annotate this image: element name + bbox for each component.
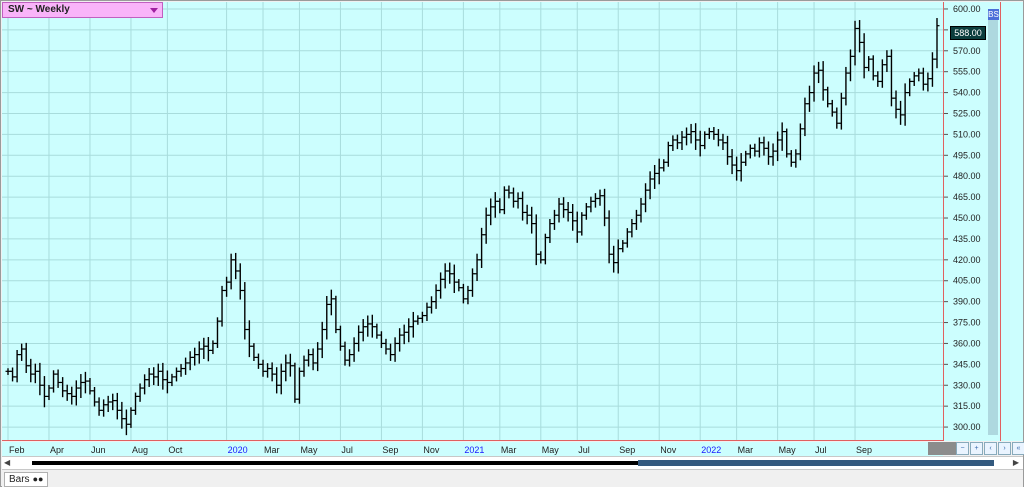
y-tick-label: 375.00 bbox=[953, 318, 981, 328]
x-tick-label: 2020 bbox=[228, 445, 248, 455]
x-tick-label: May bbox=[779, 445, 797, 455]
y-tick-label: 450.00 bbox=[953, 213, 981, 223]
price-plot-area[interactable] bbox=[2, 2, 943, 441]
x-tick-label: 2021 bbox=[464, 445, 484, 455]
vertical-scroll-strip[interactable] bbox=[987, 2, 1000, 441]
x-tick-label: Mar bbox=[738, 445, 754, 455]
x-tick-label: Nov bbox=[660, 445, 677, 455]
x-tick-label: 2022 bbox=[701, 445, 721, 455]
chain-icon: ●● bbox=[32, 474, 44, 484]
y-tick-label: 435.00 bbox=[953, 234, 981, 244]
x-tick-label: Sep bbox=[382, 445, 398, 455]
y-tick-label: 360.00 bbox=[953, 338, 981, 348]
nav-left-arrow-icon[interactable]: ◀ bbox=[4, 457, 10, 469]
x-tick-label: Nov bbox=[423, 445, 440, 455]
price-axis[interactable]: 300.00 315.00 330.00 345.00 360.00 375.00 390.… bbox=[943, 2, 988, 441]
y-tick-label: 330.00 bbox=[953, 380, 981, 390]
time-axis[interactable]: Feb Apr Jun Aug Oct 2020 Mar May Jul Sep Nov 2021 Ma… bbox=[2, 442, 943, 456]
x-tick-label: Jun bbox=[91, 445, 106, 455]
y-tick-label: 420.00 bbox=[953, 255, 981, 265]
y-tick-label: 495.00 bbox=[953, 150, 981, 160]
buy-sell-badge[interactable]: BS bbox=[988, 9, 999, 20]
y-tick-label: 315.00 bbox=[953, 401, 981, 411]
y-tick-label: 405.00 bbox=[953, 276, 981, 286]
x-tick-label: Oct bbox=[168, 445, 183, 455]
zoom-in-icon[interactable]: + bbox=[970, 442, 983, 455]
time-axis-end-marker bbox=[928, 442, 956, 455]
scroll-left-icon[interactable]: ‹ bbox=[984, 442, 997, 455]
y-tick-label: 300.00 bbox=[953, 422, 981, 432]
y-tick-label: 570.00 bbox=[953, 46, 981, 56]
dropdown-arrow-icon bbox=[150, 8, 158, 13]
x-tick-label: Sep bbox=[856, 445, 872, 455]
nav-right-arrow-icon[interactable]: ▶ bbox=[1013, 457, 1019, 469]
scroll-right-icon[interactable]: › bbox=[998, 442, 1011, 455]
current-price-label: 588.00 bbox=[950, 26, 986, 40]
y-tick-label: 480.00 bbox=[953, 171, 981, 181]
x-tick-label: Mar bbox=[264, 445, 280, 455]
x-tick-label: Feb bbox=[9, 445, 25, 455]
y-tick-label: 555.00 bbox=[953, 67, 981, 77]
price-axis-svg: 300.00 315.00 330.00 345.00 360.00 375.00 390.… bbox=[944, 4, 981, 432]
navigator-thumb[interactable] bbox=[638, 460, 994, 466]
status-bar: Bars ●● bbox=[2, 469, 1023, 487]
x-tick-label: Jul bbox=[578, 445, 590, 455]
x-tick-label: May bbox=[300, 445, 318, 455]
x-tick-label: Jul bbox=[815, 445, 827, 455]
right-panel bbox=[1000, 2, 1023, 441]
time-axis-svg: Feb Apr Jun Aug Oct 2020 Mar May Jul Sep Nov 2021 Ma… bbox=[9, 445, 872, 455]
vertical-scroll-thumb[interactable] bbox=[988, 20, 998, 435]
bars-tab[interactable]: Bars ●● bbox=[4, 472, 49, 487]
x-tick-label: Apr bbox=[50, 445, 64, 455]
y-tick-label: 510.00 bbox=[953, 129, 981, 139]
y-tick-label: 600.00 bbox=[953, 4, 981, 14]
x-tick-label: Jul bbox=[341, 445, 353, 455]
y-tick-label: 345.00 bbox=[953, 359, 981, 369]
chart-title: SW ~ Weekly bbox=[8, 4, 70, 15]
x-tick-label: May bbox=[542, 445, 560, 455]
y-tick-label: 540.00 bbox=[953, 88, 981, 98]
x-tick-label: Sep bbox=[619, 445, 635, 455]
x-tick-label: Aug bbox=[132, 445, 148, 455]
price-chart-svg bbox=[2, 2, 943, 441]
zoom-out-icon[interactable]: − bbox=[956, 442, 969, 455]
y-tick-label: 465.00 bbox=[953, 192, 981, 202]
fit-left-icon[interactable]: « bbox=[1012, 442, 1024, 455]
y-tick-label: 525.00 bbox=[953, 108, 981, 118]
navigator-bar[interactable]: ◀ ▶ bbox=[2, 456, 1023, 469]
chart-window: SW ~ Weekly 300.00 315.00 330.00 345.00 360.… bbox=[0, 0, 1024, 487]
x-tick-label: Mar bbox=[501, 445, 517, 455]
y-tick-label: 390.00 bbox=[953, 297, 981, 307]
chart-title-dropdown[interactable]: SW ~ Weekly bbox=[2, 2, 163, 18]
bars-tab-label: Bars bbox=[9, 474, 30, 485]
